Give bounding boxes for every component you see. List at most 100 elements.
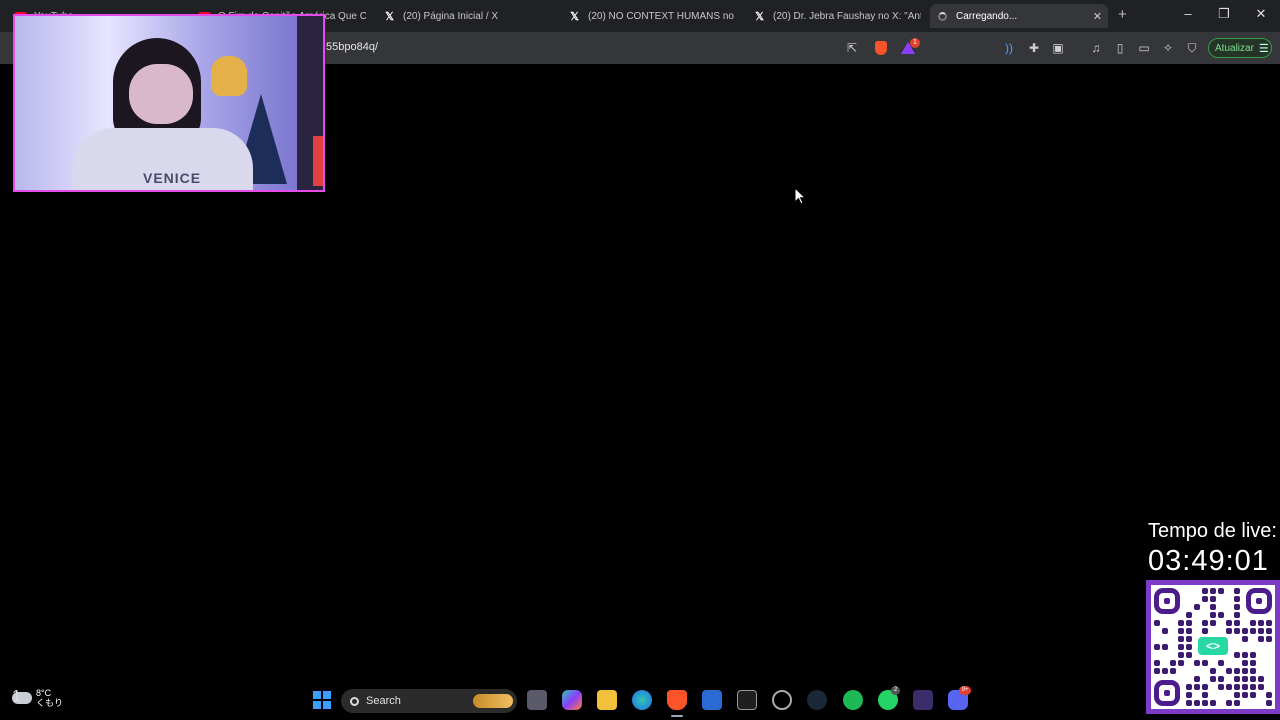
qr-module <box>1250 660 1256 666</box>
qr-module <box>1202 700 1208 706</box>
qr-module <box>1178 644 1184 650</box>
qr-logo-icon: <> <box>1198 637 1228 655</box>
qr-module <box>1202 660 1208 666</box>
task-view-icon[interactable] <box>527 690 547 710</box>
qr-module <box>1202 588 1208 594</box>
qr-module <box>1178 660 1184 666</box>
qr-module <box>1250 628 1256 634</box>
qr-module <box>1210 612 1216 618</box>
wallet-icon[interactable]: ▭ <box>1136 40 1152 56</box>
qr-module <box>1170 668 1176 674</box>
webcam-overlay: VENICE <box>13 14 325 192</box>
brave-browser-icon[interactable] <box>667 690 687 710</box>
live-time-counter: 03:49:01 <box>1148 545 1269 577</box>
new-tab-button[interactable]: + <box>1118 6 1127 23</box>
plush-toy <box>211 56 247 96</box>
qr-module <box>1154 644 1160 650</box>
obs-icon[interactable] <box>772 690 792 710</box>
qr-module <box>1266 620 1272 626</box>
qr-module <box>1234 604 1240 610</box>
qr-module <box>1218 660 1224 666</box>
shirt-print: VENICE <box>143 170 202 186</box>
qr-module <box>1234 692 1240 698</box>
qr-module <box>1154 660 1160 666</box>
qr-module <box>1194 604 1200 610</box>
tab-title: (20) Página Inicial / X <box>403 10 499 22</box>
extensions-icon[interactable]: ✚ <box>1026 40 1042 56</box>
file-explorer-icon[interactable] <box>597 690 617 710</box>
qr-module <box>1266 700 1272 706</box>
x-icon: 𝕏 <box>755 10 764 23</box>
rewards-badge: 1 <box>910 38 920 48</box>
capcut-icon[interactable] <box>737 690 757 710</box>
spotify-icon[interactable] <box>843 690 863 710</box>
update-button[interactable]: Atualizar ☰ <box>1208 38 1272 58</box>
qr-module <box>1242 668 1248 674</box>
sidebar-icon[interactable]: ▯ <box>1112 40 1128 56</box>
steam-icon[interactable] <box>807 690 827 710</box>
copilot-icon[interactable] <box>562 690 582 710</box>
qr-module <box>1186 652 1192 658</box>
brave-shields-icon[interactable] <box>873 40 889 56</box>
whatsapp-badge: 2 <box>891 686 900 695</box>
restore-button[interactable]: ❐ <box>1214 6 1234 22</box>
x-icon: 𝕏 <box>570 10 579 23</box>
qr-module <box>1194 660 1200 666</box>
tab-title: Carregando... <box>956 10 1018 22</box>
discord-icon[interactable]: 9+ <box>948 686 971 710</box>
qr-module <box>1186 612 1192 618</box>
qr-module <box>1250 620 1256 626</box>
tab-dr-jebra[interactable]: 𝕏 (20) Dr. Jebra Faushay no X: "Anti- <box>747 4 927 28</box>
qr-module <box>1234 612 1240 618</box>
qr-module <box>1218 676 1224 682</box>
qr-finder <box>1154 588 1180 614</box>
menu-icon: ☰ <box>1258 42 1269 55</box>
qr-module <box>1186 644 1192 650</box>
qr-module <box>1234 620 1240 626</box>
whatsapp-icon[interactable]: 2 <box>878 686 900 710</box>
edge-icon[interactable] <box>632 690 652 710</box>
update-label: Atualizar <box>1215 42 1254 54</box>
qr-module <box>1250 684 1256 690</box>
windows-start-icon[interactable] <box>312 690 332 710</box>
read-aloud-icon[interactable]: )) <box>1001 40 1017 56</box>
close-window-button[interactable]: ✕ <box>1251 6 1271 22</box>
screenshot-icon[interactable]: ▣ <box>1050 40 1066 56</box>
vpn-shield-icon[interactable]: ⛉ <box>1184 40 1200 56</box>
app-icon[interactable] <box>913 690 933 710</box>
qr-module <box>1194 676 1200 682</box>
loading-spinner-icon <box>936 10 949 23</box>
address-bar-url[interactable]: 55bpo84q/ <box>326 41 378 53</box>
qr-module <box>1210 668 1216 674</box>
leo-ai-icon[interactable]: ✧ <box>1160 40 1176 56</box>
qr-module <box>1202 692 1208 698</box>
qr-module <box>1250 676 1256 682</box>
tab-x-home[interactable]: 𝕏 (20) Página Inicial / X <box>377 4 557 28</box>
tab-title: (20) NO CONTEXT HUMANS no X: <box>588 10 736 22</box>
qr-module <box>1226 700 1232 706</box>
minimize-button[interactable]: – <box>1178 6 1198 21</box>
share-icon[interactable]: ⇱ <box>844 40 860 56</box>
weather-temp: 8°C <box>36 688 52 698</box>
qr-module <box>1178 620 1184 626</box>
qr-module <box>1210 588 1216 594</box>
taskbar-search[interactable]: Search <box>341 689 517 713</box>
qr-module <box>1162 668 1168 674</box>
tab-no-context-humans[interactable]: 𝕏 (20) NO CONTEXT HUMANS no X: <box>562 4 742 28</box>
qr-module <box>1242 652 1248 658</box>
qr-module <box>1266 628 1272 634</box>
qr-module <box>1218 684 1224 690</box>
qr-module <box>1250 652 1256 658</box>
qr-module <box>1234 652 1240 658</box>
active-app-indicator <box>671 715 683 717</box>
qr-module <box>1234 700 1240 706</box>
microsoft-store-icon[interactable] <box>702 690 722 710</box>
live-time-label: Tempo de live: <box>1148 520 1277 542</box>
qr-module <box>1234 676 1240 682</box>
search-icon <box>350 696 359 706</box>
tab-loading[interactable]: Carregando... ✕ <box>930 4 1108 28</box>
qr-module <box>1234 596 1240 602</box>
media-control-icon[interactable]: ♫ <box>1088 40 1104 56</box>
qr-module <box>1258 684 1264 690</box>
close-tab-icon[interactable]: ✕ <box>1093 10 1102 23</box>
